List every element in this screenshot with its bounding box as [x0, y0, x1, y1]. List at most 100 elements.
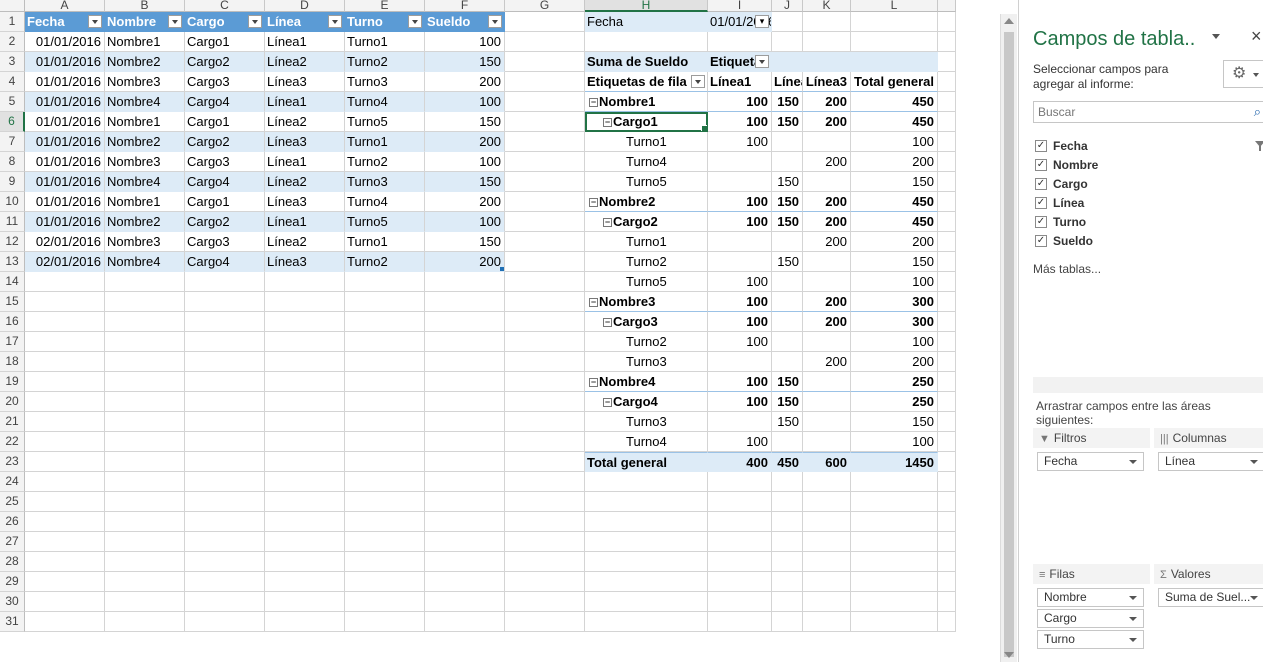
cell-K12[interactable]: 200 [803, 232, 851, 252]
cell-J4[interactable]: Línea2 [772, 72, 803, 92]
cell-H5[interactable]: − Nombre1 [585, 92, 708, 112]
cell-B2[interactable]: Nombre1 [105, 32, 185, 52]
cell-L22[interactable]: 100 [851, 432, 938, 452]
cell-M24[interactable] [938, 472, 956, 492]
cell-M1[interactable] [938, 12, 956, 32]
cell-L24[interactable] [851, 472, 938, 492]
cell-C13[interactable]: Cargo4 [185, 252, 265, 272]
cell-L5[interactable]: 450 [851, 92, 938, 112]
cell-D6[interactable]: Línea2 [265, 112, 345, 132]
cell-E25[interactable] [345, 492, 425, 512]
row-header-12[interactable]: 12 [0, 232, 25, 252]
filter-dropdown-icon[interactable] [168, 15, 182, 28]
cell-H19[interactable]: − Nombre4 [585, 372, 708, 392]
cell-K23[interactable]: 600 [803, 452, 851, 472]
cell-C16[interactable] [185, 312, 265, 332]
cell-M25[interactable] [938, 492, 956, 512]
cell-H8[interactable]: Turno4 [585, 152, 708, 172]
cell-F20[interactable] [425, 392, 505, 412]
cell-D22[interactable] [265, 432, 345, 452]
cell-I15[interactable]: 100 [708, 292, 772, 312]
cell-K30[interactable] [803, 592, 851, 612]
cell-L25[interactable] [851, 492, 938, 512]
cell-H3[interactable]: Suma de Sueldo [585, 52, 708, 72]
cell-C26[interactable] [185, 512, 265, 532]
cell-D1[interactable]: Línea [265, 12, 345, 32]
cell-J27[interactable] [772, 532, 803, 552]
collapse-icon[interactable]: − [589, 378, 598, 387]
cell-K14[interactable] [803, 272, 851, 292]
row-header-18[interactable]: 18 [0, 352, 25, 372]
cell-C21[interactable] [185, 412, 265, 432]
cell-H7[interactable]: Turno1 [585, 132, 708, 152]
cell-C15[interactable] [185, 292, 265, 312]
cell-I4[interactable]: Línea1 [708, 72, 772, 92]
cell-K1[interactable] [803, 12, 851, 32]
cell-J19[interactable]: 150 [772, 372, 803, 392]
cell-B24[interactable] [105, 472, 185, 492]
cell-E7[interactable]: Turno1 [345, 132, 425, 152]
field-checkbox[interactable]: ✓ [1035, 235, 1047, 247]
cell-D25[interactable] [265, 492, 345, 512]
cell-B25[interactable] [105, 492, 185, 512]
cell-K6[interactable]: 200 [803, 112, 851, 132]
filter-dropdown-icon[interactable] [408, 15, 422, 28]
cell-M23[interactable] [938, 452, 956, 472]
cell-K29[interactable] [803, 572, 851, 592]
cell-K8[interactable]: 200 [803, 152, 851, 172]
cell-K26[interactable] [803, 512, 851, 532]
cell-J5[interactable]: 150 [772, 92, 803, 112]
row-header-4[interactable]: 4 [0, 72, 25, 92]
cell-M9[interactable] [938, 172, 956, 192]
cell-E15[interactable] [345, 292, 425, 312]
cell-I31[interactable] [708, 612, 772, 632]
cell-L13[interactable]: 150 [851, 252, 938, 272]
row-header-17[interactable]: 17 [0, 332, 25, 352]
cell-M27[interactable] [938, 532, 956, 552]
cell-E23[interactable] [345, 452, 425, 472]
cell-F21[interactable] [425, 412, 505, 432]
row-labels-dropdown-icon[interactable] [691, 75, 705, 88]
cell-G12[interactable] [505, 232, 585, 252]
pane-options-chevron-icon[interactable] [1212, 34, 1220, 39]
cell-H31[interactable] [585, 612, 708, 632]
cell-D8[interactable]: Línea1 [265, 152, 345, 172]
cell-D18[interactable] [265, 352, 345, 372]
row-header-21[interactable]: 21 [0, 412, 25, 432]
cell-A27[interactable] [25, 532, 105, 552]
cell-D31[interactable] [265, 612, 345, 632]
column-header-C[interactable]: C [185, 0, 265, 12]
cell-B30[interactable] [105, 592, 185, 612]
cell-F27[interactable] [425, 532, 505, 552]
cell-B4[interactable]: Nombre3 [105, 72, 185, 92]
cell-I12[interactable] [708, 232, 772, 252]
cell-D5[interactable]: Línea1 [265, 92, 345, 112]
cell-E6[interactable]: Turno5 [345, 112, 425, 132]
cell-J20[interactable]: 150 [772, 392, 803, 412]
cell-G21[interactable] [505, 412, 585, 432]
field-checkbox[interactable]: ✓ [1035, 159, 1047, 171]
cell-G4[interactable] [505, 72, 585, 92]
cell-C25[interactable] [185, 492, 265, 512]
cell-D13[interactable]: Línea3 [265, 252, 345, 272]
cell-K19[interactable] [803, 372, 851, 392]
cell-L28[interactable] [851, 552, 938, 572]
cell-G26[interactable] [505, 512, 585, 532]
cell-M8[interactable] [938, 152, 956, 172]
cell-K27[interactable] [803, 532, 851, 552]
cell-D29[interactable] [265, 572, 345, 592]
collapse-icon[interactable]: − [589, 198, 598, 207]
filter-dropdown-icon[interactable] [88, 15, 102, 28]
cell-A18[interactable] [25, 352, 105, 372]
cell-J17[interactable] [772, 332, 803, 352]
cell-J2[interactable] [772, 32, 803, 52]
cell-J8[interactable] [772, 152, 803, 172]
cell-C12[interactable]: Cargo3 [185, 232, 265, 252]
cell-J7[interactable] [772, 132, 803, 152]
cell-D19[interactable] [265, 372, 345, 392]
cell-F17[interactable] [425, 332, 505, 352]
cell-J26[interactable] [772, 512, 803, 532]
cell-M13[interactable] [938, 252, 956, 272]
cell-F13[interactable]: 200 [425, 252, 505, 272]
cell-B3[interactable]: Nombre2 [105, 52, 185, 72]
